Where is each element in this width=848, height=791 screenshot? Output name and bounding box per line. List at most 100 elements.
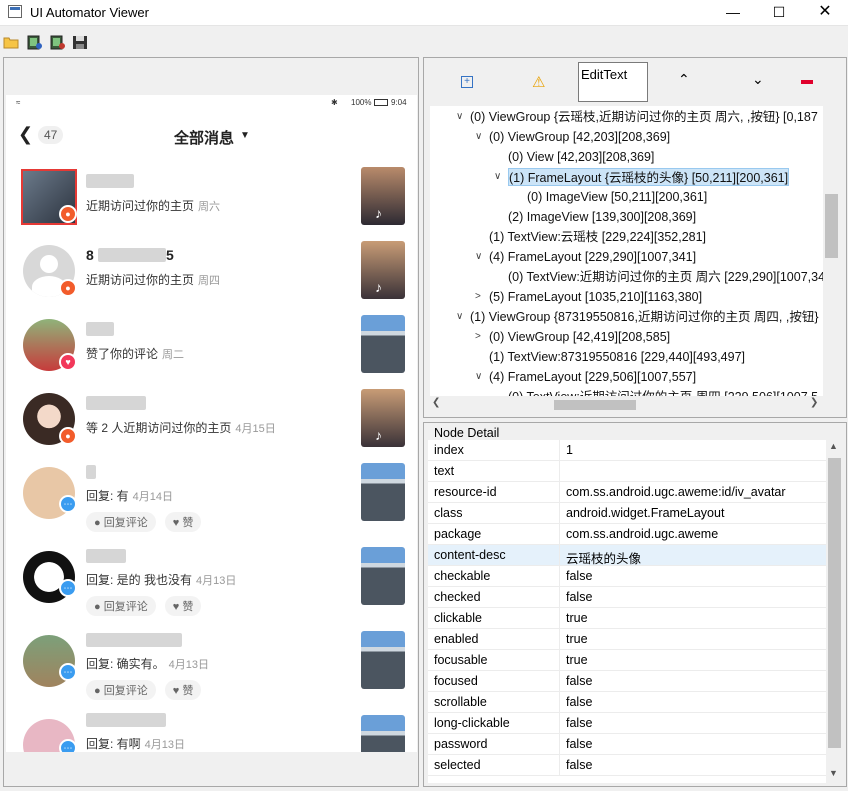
detail-row[interactable]: enabled true	[428, 629, 826, 650]
tree-vscrollbar[interactable]	[823, 106, 840, 396]
tree-hscrollbar[interactable]: ❮ ❯	[430, 396, 823, 413]
chevron-right-icon[interactable]: >	[475, 291, 481, 302]
chevron-right-icon[interactable]: >	[475, 331, 481, 342]
tree-node[interactable]: (1) TextView:云瑶枝 [229,224][352,281]	[489, 228, 706, 246]
video-thumbnail[interactable]	[361, 463, 405, 521]
detail-row[interactable]: password false	[428, 734, 826, 755]
chevron-down-icon[interactable]: ∨	[475, 251, 482, 262]
tree-node[interactable]: (2) ImageView [139,300][208,369]	[508, 208, 696, 226]
header-title[interactable]: 全部消息	[174, 127, 234, 148]
detail-row[interactable]: scrollable false	[428, 692, 826, 713]
clear-icon[interactable]	[801, 80, 813, 84]
detail-row[interactable]: text	[428, 461, 826, 482]
status-bar: ≈ ✱ 100% 9:04	[6, 95, 417, 111]
back-count: 47	[38, 126, 64, 144]
tree-node[interactable]: (0) ViewGroup [42,419][208,585]	[489, 328, 670, 346]
chevron-down-icon[interactable]: ⌄	[752, 71, 764, 88]
open-folder-icon[interactable]	[3, 35, 20, 50]
comment-actions: ● 回复评论 ♥ 赞	[86, 596, 207, 616]
back-icon[interactable]: ❮	[18, 124, 33, 145]
detail-row[interactable]: resource-id com.ss.android.ugc.aweme:id/i…	[428, 482, 826, 503]
tree-node[interactable]: (0) ViewGroup {云瑶枝,近期访问过你的主页 周六, ,按钮} [0…	[470, 108, 818, 126]
screenshot-icon[interactable]	[26, 35, 43, 50]
detail-row[interactable]: long-clickable false	[428, 713, 826, 734]
list-item[interactable]: ⋯ 回复: 确实有。 4月13日 ● 回复评论 ♥ 赞	[6, 625, 417, 700]
maximize-button[interactable]: ☐	[756, 0, 802, 26]
list-item[interactable]: ● 等 2 人近期访问过你的主页 4月15日 ♪	[6, 383, 417, 457]
video-thumbnail[interactable]	[361, 715, 405, 752]
tree-node[interactable]: (1) FrameLayout {云瑶枝的头像} [50,211][200,36…	[508, 168, 790, 186]
tiktok-icon: ♪	[375, 427, 382, 443]
detail-key: class	[434, 506, 463, 520]
detail-row[interactable]: focused false	[428, 671, 826, 692]
search-input[interactable]	[578, 62, 648, 102]
like-button[interactable]: ♥ 赞	[164, 512, 202, 532]
list-item[interactable]: ⋯ 回复: 是的 我也没有 4月13日 ● 回复评论 ♥ 赞	[6, 541, 417, 616]
list-item[interactable]: ⋯ 回复: 有啊 4月13日	[6, 709, 417, 752]
expand-all-icon[interactable]: +	[461, 76, 473, 88]
chevron-down-icon[interactable]: ∨	[456, 111, 463, 122]
video-thumbnail[interactable]	[361, 631, 405, 689]
caret-down-icon[interactable]: ▼	[240, 130, 250, 141]
video-thumbnail[interactable]: ♪	[361, 389, 405, 447]
tree-node[interactable]: (0) ImageView [50,211][200,361]	[527, 188, 707, 206]
message-text: 回复: 确实有。 4月13日	[86, 657, 210, 671]
warning-icon[interactable]: ⚠	[532, 73, 545, 91]
tree-node[interactable]: (0) View [42,203][208,369]	[508, 148, 654, 166]
reply-comment-button[interactable]: ● 回复评论	[86, 680, 156, 700]
tree-node[interactable]: (0) TextView:近期访问过你的主页 周六 [229,290][1007…	[508, 268, 823, 286]
column-divider	[559, 713, 560, 734]
detail-row[interactable]: class android.widget.FrameLayout	[428, 503, 826, 524]
detail-row[interactable]: selected false	[428, 755, 826, 776]
minimize-button[interactable]: —	[710, 0, 756, 26]
list-item[interactable]: ♥ 赞了你的评论 周二	[6, 309, 417, 383]
chevron-down-icon[interactable]: ∨	[475, 371, 482, 382]
tree-node[interactable]: (1) ViewGroup {87319550816,近期访问过你的主页 周四,…	[470, 308, 819, 326]
tree-node[interactable]: (4) FrameLayout [229,290][1007,341]	[489, 248, 696, 266]
column-divider	[559, 503, 560, 524]
chevron-down-icon[interactable]: ∨	[475, 131, 482, 142]
detail-row[interactable]: content-desc 云瑶枝的头像	[428, 545, 826, 566]
save-icon[interactable]	[72, 35, 89, 50]
like-button[interactable]: ♥ 赞	[164, 596, 202, 616]
detail-row[interactable]: index 1	[428, 440, 826, 461]
video-thumbnail[interactable]	[361, 547, 405, 605]
message-text: 赞了你的评论 周二	[86, 347, 185, 361]
list-item[interactable]: ⋯ 回复: 有 4月14日 ● 回复评论 ♥ 赞	[6, 457, 417, 532]
column-divider	[559, 566, 560, 587]
chevron-down-icon[interactable]: ∨	[456, 311, 463, 322]
detail-row[interactable]: checked false	[428, 587, 826, 608]
detail-value: false	[566, 716, 593, 730]
node-detail-table[interactable]: index 1 text resource-id com.ss.android.ugc.…	[428, 440, 826, 783]
like-button[interactable]: ♥ 赞	[164, 680, 202, 700]
tree-node[interactable]: (0) TextView:近期访问过你的主页 周四 [229,506][1007…	[508, 388, 818, 396]
tree-node[interactable]: (1) TextView:87319550816 [229,440][493,4…	[489, 348, 745, 366]
device-screen[interactable]: ≈ ✱ 100% 9:04 ❮ 47 全部消息 ▼ ● 近期访问过你的主页 周六 …	[6, 95, 417, 752]
reply-comment-button[interactable]: ● 回复评论	[86, 596, 156, 616]
detail-value: false	[566, 737, 593, 751]
detail-row[interactable]: checkable false	[428, 566, 826, 587]
node-detail-title: Node Detail	[432, 426, 502, 440]
reply-comment-button[interactable]: ● 回复评论	[86, 512, 156, 532]
name-blur	[86, 396, 146, 410]
chevron-down-icon[interactable]: ∨	[494, 171, 501, 182]
detail-vscrollbar[interactable]: ▲ ▼	[826, 440, 843, 783]
detail-row[interactable]: package com.ss.android.ugc.aweme	[428, 524, 826, 545]
video-thumbnail[interactable]: ♪	[361, 167, 405, 225]
screenshot-compressed-icon[interactable]	[49, 35, 66, 50]
battery-text: 100%	[351, 98, 372, 107]
chat-icon: ⋯	[59, 579, 77, 597]
tree-node[interactable]: (5) FrameLayout [1035,210][1163,380]	[489, 288, 702, 306]
video-thumbnail[interactable]	[361, 315, 405, 373]
close-button[interactable]: ✕	[802, 0, 848, 26]
video-thumbnail[interactable]: ♪	[361, 241, 405, 299]
tree-node[interactable]: (4) FrameLayout [229,506][1007,557]	[489, 368, 696, 386]
tree-node[interactable]: (0) ViewGroup [42,203][208,369]	[489, 128, 670, 146]
hierarchy-tree[interactable]: ∨ (0) ViewGroup {云瑶枝,近期访问过你的主页 周六, ,按钮} […	[430, 106, 823, 396]
detail-row[interactable]: focusable true	[428, 650, 826, 671]
list-item[interactable]: ● 近期访问过你的主页 周六 ♪	[6, 161, 417, 235]
detail-value: true	[566, 653, 588, 667]
list-item[interactable]: ● 8 5 近期访问过你的主页 周四 ♪	[6, 235, 417, 309]
detail-row[interactable]: clickable true	[428, 608, 826, 629]
chevron-up-icon[interactable]: ⌃	[678, 71, 690, 88]
